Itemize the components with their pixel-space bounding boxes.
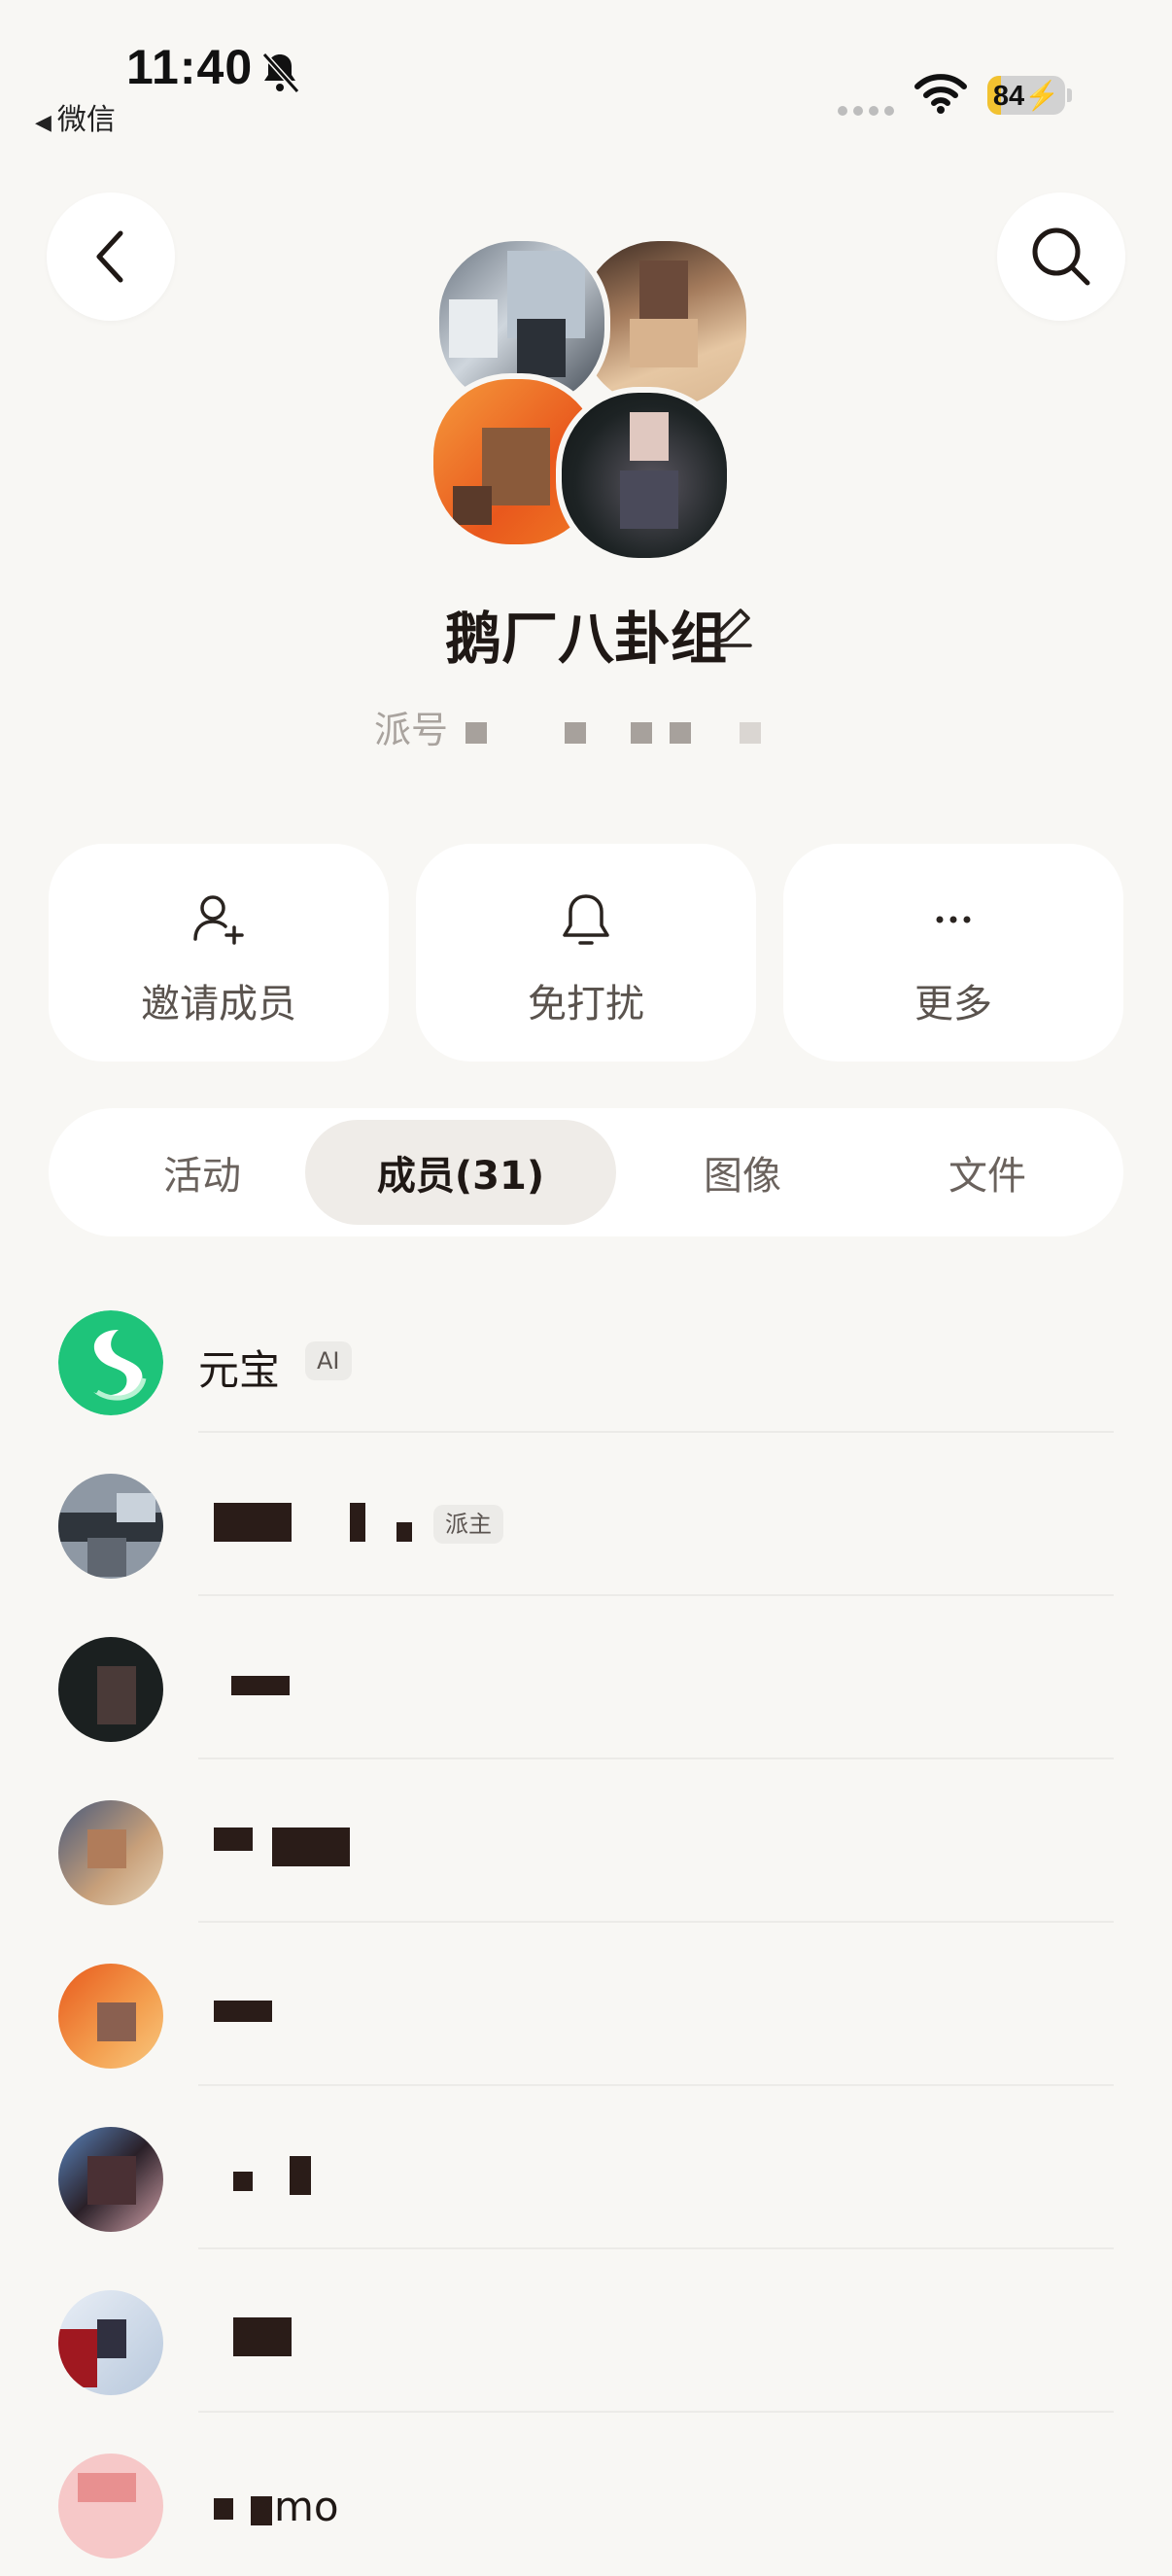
group-name: 鹅厂八卦组 bbox=[444, 606, 727, 672]
member-name-redacted-block bbox=[272, 1828, 350, 1866]
member-name-redacted-block bbox=[290, 2156, 311, 2195]
member-row[interactable] bbox=[0, 1596, 1172, 1759]
more-icon bbox=[936, 916, 971, 923]
member-row[interactable] bbox=[0, 1759, 1172, 1923]
search-button[interactable] bbox=[997, 192, 1125, 321]
back-button[interactable] bbox=[47, 192, 175, 321]
tab-images[interactable]: 图像 bbox=[616, 1120, 869, 1225]
tab-files[interactable]: 文件 bbox=[861, 1120, 1114, 1225]
member-name: mo bbox=[274, 2483, 339, 2530]
chevron-left-icon bbox=[96, 230, 123, 283]
wifi-icon bbox=[914, 74, 967, 114]
content-tabs: 活动 成员(31) 图像 文件 bbox=[49, 1108, 1123, 1236]
back-app-label: 微信 bbox=[56, 103, 116, 137]
member-name-redacted-block bbox=[231, 1676, 290, 1695]
member-row[interactable] bbox=[0, 2249, 1172, 2413]
group-avatar-member-4 bbox=[556, 387, 733, 564]
yuanbao-avatar bbox=[58, 1310, 163, 1415]
do-not-disturb-label: 免打扰 bbox=[528, 982, 644, 1027]
add-user-icon bbox=[193, 895, 244, 945]
member-avatar bbox=[58, 1637, 163, 1742]
owner-badge: 派主 bbox=[433, 1505, 503, 1544]
member-name-redacted-block bbox=[214, 2498, 233, 2520]
tab-members[interactable]: 成员(31) bbox=[305, 1120, 616, 1225]
member-row[interactable]: 派主 bbox=[0, 1433, 1172, 1596]
group-id-row: 派号 bbox=[374, 700, 762, 753]
member-name-redacted-block bbox=[214, 1503, 292, 1542]
bell-muted-icon bbox=[261, 52, 300, 94]
group-id-label: 派号 bbox=[374, 709, 449, 751]
member-avatar bbox=[58, 2290, 163, 2395]
search-icon bbox=[1032, 227, 1090, 286]
more-options-button[interactable]: 更多 bbox=[783, 844, 1123, 1062]
member-avatar bbox=[58, 2454, 163, 2559]
battery-tip bbox=[1067, 88, 1072, 102]
back-to-app-link[interactable]: ◀ 微信 bbox=[35, 95, 116, 138]
member-name-redacted-block bbox=[396, 1522, 412, 1542]
member-row[interactable] bbox=[0, 1923, 1172, 2086]
status-time: 11:40 bbox=[126, 40, 254, 94]
member-name-redacted-block bbox=[214, 2001, 272, 2022]
do-not-disturb-button[interactable]: 免打扰 bbox=[416, 844, 756, 1062]
group-id-value-redacted bbox=[448, 709, 762, 751]
member-name-redacted-block bbox=[233, 2317, 292, 2356]
battery-indicator: 84⚡ bbox=[987, 76, 1065, 115]
member-row[interactable] bbox=[0, 2086, 1172, 2249]
member-name-redacted-block bbox=[350, 1503, 365, 1542]
invite-members-label: 邀请成员 bbox=[141, 982, 296, 1027]
member-avatar bbox=[58, 1800, 163, 1905]
member-row-yuanbao[interactable]: 元宝 AI bbox=[0, 1270, 1172, 1433]
ai-badge: AI bbox=[305, 1341, 352, 1380]
battery-level: 84 bbox=[992, 81, 1025, 112]
back-triangle-icon: ◀ bbox=[35, 111, 52, 135]
yuanbao-logo-icon bbox=[58, 1310, 163, 1415]
member-name-redacted-block bbox=[251, 2496, 272, 2525]
bell-icon bbox=[563, 894, 609, 945]
tab-activity[interactable]: 活动 bbox=[66, 1120, 338, 1225]
member-name-redacted-block bbox=[233, 2172, 253, 2191]
member-avatar bbox=[58, 1964, 163, 2069]
member-row[interactable]: mo bbox=[0, 2413, 1172, 2576]
member-avatar bbox=[58, 2127, 163, 2232]
member-name: 元宝 bbox=[198, 1346, 281, 1394]
more-options-label: 更多 bbox=[914, 982, 992, 1027]
edit-pencil-icon[interactable] bbox=[707, 603, 756, 651]
invite-members-button[interactable]: 邀请成员 bbox=[49, 844, 389, 1062]
cellular-signal-icon bbox=[838, 101, 900, 120]
member-name-redacted-block bbox=[214, 1828, 253, 1851]
member-avatar bbox=[58, 1474, 163, 1579]
